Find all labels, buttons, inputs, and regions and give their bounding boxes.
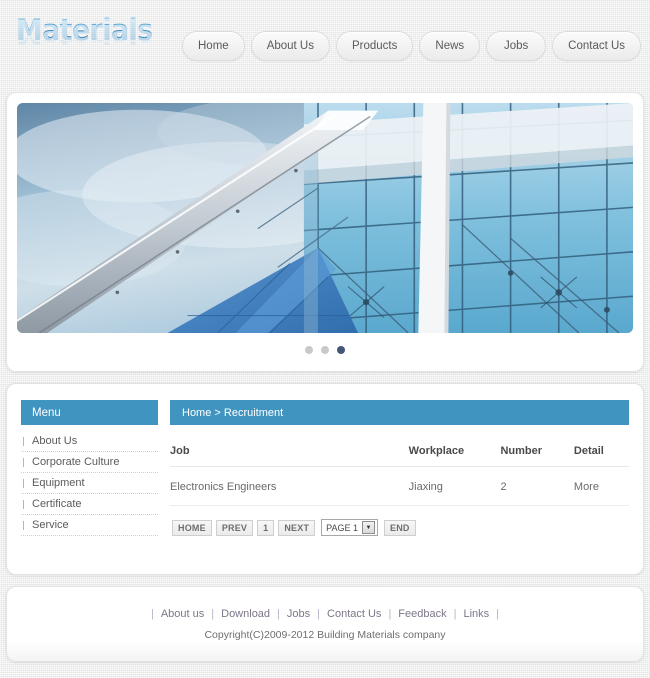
slider-dots bbox=[17, 339, 633, 361]
chevron-down-icon: ▼ bbox=[362, 521, 376, 534]
logo-reflection: Materials bbox=[16, 28, 153, 48]
bullet-tick-icon bbox=[23, 499, 24, 509]
nav-item-contact-us[interactable]: Contact Us bbox=[552, 31, 642, 61]
bullet-tick-icon bbox=[23, 436, 24, 446]
pagination-page-select[interactable]: PAGE 1 ▼ bbox=[321, 519, 379, 536]
cell-number: 2 bbox=[500, 466, 574, 506]
bullet-tick-icon bbox=[23, 520, 24, 530]
site-footer: | About us | Download | Jobs | Contact U… bbox=[6, 586, 644, 662]
main-navigation: Home About Us Products News Jobs Contact… bbox=[182, 31, 642, 61]
footer-link-links[interactable]: Links bbox=[463, 608, 489, 620]
footer-link-download[interactable]: Download bbox=[221, 608, 270, 620]
nav-item-products[interactable]: Products bbox=[336, 31, 414, 61]
sidebar-item-equipment[interactable]: Equipment bbox=[21, 473, 158, 494]
page-root: Materials Materials Home About Us Produc… bbox=[0, 0, 650, 678]
bullet-tick-icon bbox=[23, 457, 24, 467]
slider-dot-3[interactable] bbox=[337, 346, 345, 354]
footer-separator: | bbox=[453, 607, 457, 620]
footer-separator: | bbox=[496, 607, 500, 620]
site-logo[interactable]: Materials Materials bbox=[16, 16, 168, 76]
footer-separator: | bbox=[150, 607, 154, 620]
pagination-page-1-button[interactable]: 1 bbox=[257, 519, 275, 536]
site-header: Materials Materials Home About Us Produc… bbox=[0, 0, 650, 92]
cell-workplace: Jiaxing bbox=[408, 466, 501, 506]
footer-copyright: Copyright(C)2009-2012 Building Materials… bbox=[204, 628, 446, 641]
sidebar-item-label: Service bbox=[32, 519, 69, 531]
nav-item-about-us[interactable]: About Us bbox=[250, 31, 330, 61]
sidebar-item-label: About Us bbox=[32, 435, 78, 447]
footer-separator: | bbox=[277, 607, 280, 620]
sidebar-item-about-us[interactable]: About Us bbox=[21, 431, 158, 452]
sidebar-title: Menu bbox=[21, 400, 158, 425]
footer-link-jobs[interactable]: Jobs bbox=[287, 608, 310, 620]
cell-detail-link[interactable]: More bbox=[573, 466, 629, 506]
pagination-page-select-value: PAGE 1 bbox=[326, 522, 359, 533]
bullet-tick-icon bbox=[23, 478, 24, 488]
slider-dot-2[interactable] bbox=[321, 346, 329, 354]
recruitment-table: Job Workplace Number Detail Electronics … bbox=[170, 445, 629, 506]
cell-job: Electronics Engineers bbox=[170, 466, 409, 506]
nav-item-jobs[interactable]: Jobs bbox=[486, 31, 547, 61]
sidebar-item-label: Certificate bbox=[32, 498, 82, 510]
slider-dot-1[interactable] bbox=[305, 346, 313, 354]
column-header-number: Number bbox=[500, 445, 574, 467]
footer-separator: | bbox=[211, 607, 215, 620]
main-content-card: Menu About Us Corporate Culture Equipmen… bbox=[6, 383, 644, 575]
footer-links: | About us | Download | Jobs | Contact U… bbox=[144, 608, 506, 620]
sidebar-menu-list: About Us Corporate Culture Equipment Cer… bbox=[21, 431, 158, 536]
pagination-end-button[interactable]: END bbox=[384, 519, 416, 536]
sidebar-item-service[interactable]: Service bbox=[21, 515, 158, 536]
footer-separator: | bbox=[388, 607, 392, 620]
footer-link-feedback[interactable]: Feedback bbox=[398, 608, 446, 620]
content-area: Home > Recruitment Job Workplace Number … bbox=[170, 400, 629, 558]
footer-link-contact-us[interactable]: Contact Us bbox=[327, 608, 381, 620]
breadcrumb: Home > Recruitment bbox=[170, 400, 629, 425]
sidebar: Menu About Us Corporate Culture Equipmen… bbox=[21, 400, 158, 558]
pagination: HOME PREV 1 NEXT PAGE 1 ▼ END bbox=[170, 519, 629, 536]
sidebar-item-corporate-culture[interactable]: Corporate Culture bbox=[21, 452, 158, 473]
nav-item-home[interactable]: Home bbox=[182, 31, 245, 61]
sidebar-item-label: Corporate Culture bbox=[32, 456, 120, 468]
hero-slider-card bbox=[6, 92, 644, 372]
footer-link-about-us[interactable]: About us bbox=[161, 608, 204, 620]
hero-illustration bbox=[17, 103, 633, 333]
table-header-row: Job Workplace Number Detail bbox=[170, 445, 629, 467]
column-header-detail: Detail bbox=[573, 445, 629, 467]
table-row: Electronics Engineers Jiaxing 2 More bbox=[170, 466, 629, 506]
column-header-workplace: Workplace bbox=[408, 445, 501, 467]
pagination-home-button[interactable]: HOME bbox=[172, 519, 212, 536]
sidebar-item-certificate[interactable]: Certificate bbox=[21, 494, 158, 515]
hero-image[interactable] bbox=[17, 103, 633, 333]
nav-item-news[interactable]: News bbox=[419, 31, 481, 61]
pagination-next-button[interactable]: NEXT bbox=[278, 519, 316, 536]
footer-separator: | bbox=[317, 607, 321, 620]
pagination-prev-button[interactable]: PREV bbox=[215, 519, 254, 536]
column-header-job: Job bbox=[170, 445, 409, 467]
sidebar-item-label: Equipment bbox=[32, 477, 85, 489]
